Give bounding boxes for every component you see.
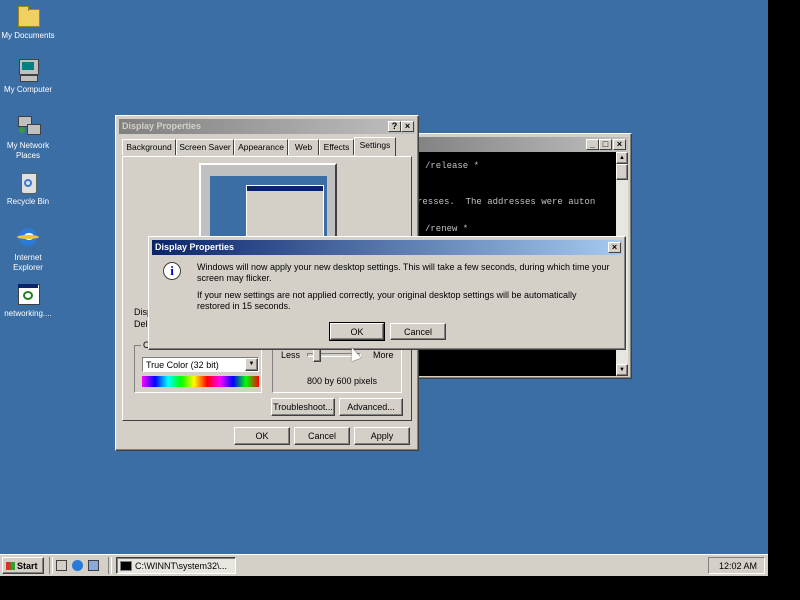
colors-dropdown[interactable]: True Color (32 bit) ▼ <box>142 357 259 372</box>
desktop-icon-label: Internet <box>14 253 42 262</box>
console-line: /renew * <box>425 224 469 234</box>
tab-web[interactable]: Web <box>288 139 319 155</box>
preview-window <box>246 185 324 239</box>
slider-less-label: Less <box>281 350 301 360</box>
window-title: Display Properties <box>122 121 202 131</box>
networking-shortcut-icon <box>16 282 40 306</box>
close-button[interactable]: × <box>613 139 626 150</box>
tab-background[interactable]: Background <box>122 139 176 155</box>
tab-settings[interactable]: Settings <box>354 137 396 156</box>
tab-screen-saver[interactable]: Screen Saver <box>176 139 234 155</box>
start-button[interactable]: Start <box>2 557 44 574</box>
desktop-icon-label-line2: Places <box>15 151 40 160</box>
desktop-icon-my-network-places[interactable]: My Network Places <box>0 114 58 161</box>
quick-launch-separator <box>49 557 53 574</box>
folder-icon <box>16 4 40 28</box>
cancel-button[interactable]: Cancel <box>294 427 350 445</box>
maximize-button[interactable]: □ <box>599 139 612 150</box>
help-button[interactable]: ? <box>388 121 401 132</box>
desktop-icon-label-line2: Explorer <box>13 263 43 272</box>
taskbar: Start C:\WINNT\system32\... 12:02 AM <box>0 554 768 576</box>
screen-area-group: Less More 800 by 600 pixels <box>272 345 402 393</box>
quick-launch-separator-2 <box>108 557 112 574</box>
tab-appearance[interactable]: Appearance <box>234 139 288 155</box>
display-properties-titlebar[interactable]: Display Properties <box>119 119 415 134</box>
network-icon <box>16 114 41 138</box>
outlook-express-quick-launch-icon[interactable] <box>88 560 99 571</box>
confirm-dialog[interactable]: Display Properties × i Windows will now … <box>148 236 626 350</box>
ok-button[interactable]: OK <box>234 427 290 445</box>
confirm-message-2: If your new settings are not applied cor… <box>197 290 577 311</box>
internet-explorer-quick-launch-icon[interactable] <box>72 560 83 571</box>
console-line: /release * <box>425 161 480 171</box>
desktop-icon-label: Recycle Bin <box>6 197 50 206</box>
confirm-dialog-title: Display Properties <box>155 242 235 252</box>
desktop-icon-label: My Documents <box>1 31 55 40</box>
scroll-up-arrow-icon[interactable]: ▲ <box>616 152 628 164</box>
desktop-icon-label: My Computer <box>3 85 52 94</box>
desktop: My Documents My Computer My Network Plac… <box>0 0 768 576</box>
desktop-icon-label: networking.... <box>4 309 52 318</box>
show-desktop-icon[interactable] <box>56 560 67 571</box>
minimize-button[interactable]: _ <box>586 139 599 150</box>
desktop-icon-label: My Network <box>6 141 50 150</box>
start-label: Start <box>17 560 38 571</box>
info-icon: i <box>163 262 181 280</box>
close-button[interactable]: × <box>401 121 414 132</box>
internet-explorer-icon <box>16 226 40 250</box>
computer-icon <box>16 58 40 82</box>
advanced-button[interactable]: Advanced... <box>339 398 403 416</box>
windows-logo-icon <box>6 561 15 570</box>
close-button[interactable]: × <box>608 242 621 253</box>
console-line: resses. The addresses were auton <box>417 197 596 207</box>
resolution-text: 800 by 600 pixels <box>307 376 378 386</box>
task-button-console[interactable]: C:\WINNT\system32\... <box>116 557 236 574</box>
confirm-cancel-button[interactable]: Cancel <box>390 323 446 340</box>
colors-group: Co True Color (32 bit) ▼ <box>134 340 262 393</box>
color-spectrum-bar <box>142 376 259 387</box>
desktop-icon-networking[interactable]: networking.... <box>0 282 58 319</box>
troubleshoot-button[interactable]: Troubleshoot... <box>271 398 335 416</box>
desktop-icon-my-computer[interactable]: My Computer <box>0 58 58 95</box>
task-label: C:\WINNT\system32\... <box>135 560 228 571</box>
desktop-icon-recycle-bin[interactable]: Recycle Bin <box>0 170 58 207</box>
scroll-thumb[interactable] <box>616 164 628 180</box>
apply-button[interactable]: Apply <box>354 427 410 445</box>
desktop-icon-my-documents[interactable]: My Documents <box>0 4 58 41</box>
chevron-down-icon[interactable]: ▼ <box>245 358 258 371</box>
tab-effects[interactable]: Effects <box>319 139 354 155</box>
colors-dropdown-value: True Color (32 bit) <box>146 360 219 370</box>
clock[interactable]: 12:02 AM <box>719 561 757 571</box>
confirm-ok-button[interactable]: OK <box>329 322 385 341</box>
desktop-icon-internet-explorer[interactable]: Internet Explorer <box>0 226 58 273</box>
confirm-dialog-titlebar[interactable]: Display Properties <box>152 240 622 255</box>
command-prompt-icon <box>120 560 132 571</box>
confirm-message-1: Windows will now apply your new desktop … <box>197 262 610 283</box>
recycle-bin-icon <box>16 170 40 194</box>
scroll-down-arrow-icon[interactable]: ▼ <box>616 364 628 376</box>
tab-strip: Background Screen Saver Appearance Web E… <box>122 137 412 157</box>
slider-more-label: More <box>373 350 394 360</box>
system-tray: 12:02 AM <box>708 557 765 574</box>
